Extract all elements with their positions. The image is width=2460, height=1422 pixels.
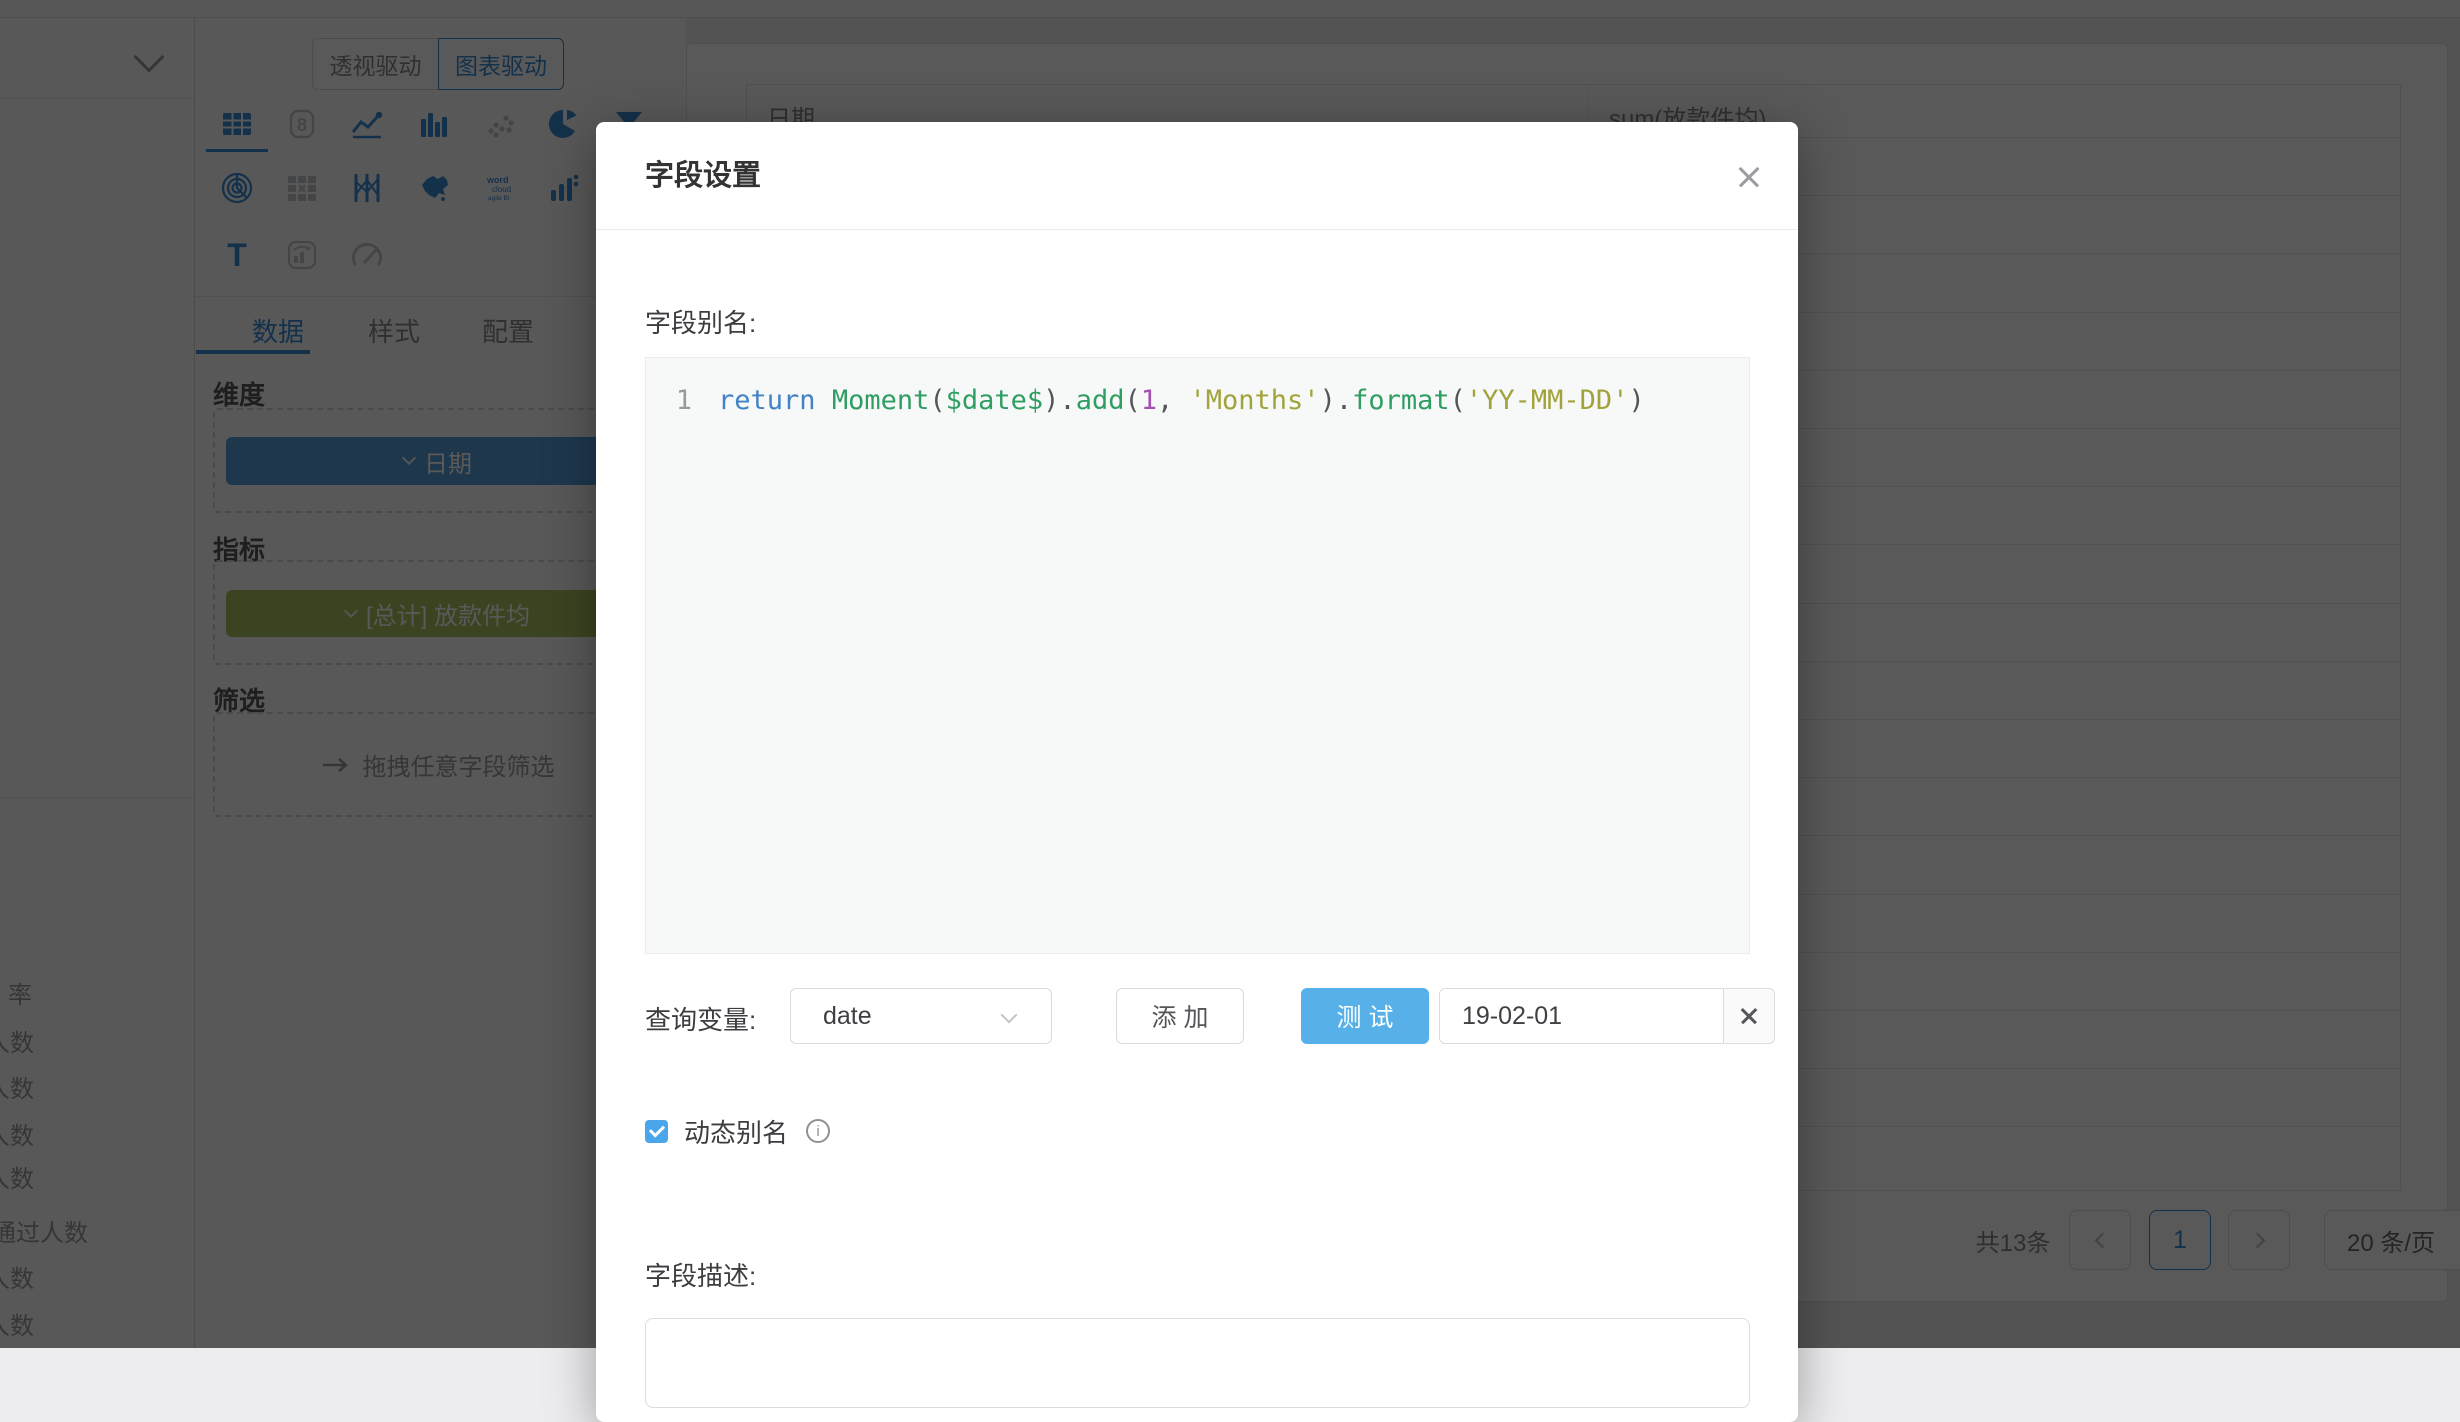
code-token: add <box>1076 385 1125 416</box>
alias-label: 字段别名: <box>645 303 756 340</box>
code-token: ) <box>1628 385 1644 416</box>
alias-code-editor[interactable]: 1 return Moment($date$).add(1, 'Months')… <box>645 357 1750 954</box>
dynamic-alias-checkbox[interactable] <box>645 1120 668 1143</box>
code-token: , <box>1157 385 1190 416</box>
dynamic-alias-label: 动态别名 <box>684 1113 788 1150</box>
code-token <box>816 385 832 416</box>
line-number: 1 <box>646 384 692 418</box>
code-line: 1 return Moment($date$).add(1, 'Months')… <box>646 384 1749 418</box>
description-label: 字段描述: <box>645 1256 756 1293</box>
code-token: 'Months' <box>1190 385 1320 416</box>
query-variable-value: date <box>823 1002 872 1031</box>
code-token: ( <box>1450 385 1466 416</box>
code-token: Moment <box>832 385 930 416</box>
field-settings-modal: 字段设置 字段别名: 1 return Moment($date$).add(1… <box>596 122 1798 1422</box>
clear-icon <box>1739 1006 1759 1026</box>
code-token: 1 <box>1141 385 1157 416</box>
code-token: format <box>1352 385 1450 416</box>
description-textarea[interactable] <box>645 1318 1750 1408</box>
close-icon[interactable] <box>1736 164 1762 190</box>
chevron-down-icon <box>1001 1007 1018 1024</box>
code-token: ). <box>1043 385 1076 416</box>
code-token: 'YY-MM-DD' <box>1466 385 1629 416</box>
info-icon[interactable]: i <box>806 1119 830 1143</box>
query-variable-label: 查询变量: <box>645 1000 756 1037</box>
test-value-group: 19-02-01 <box>1439 988 1775 1044</box>
test-value-input[interactable]: 19-02-01 <box>1440 989 1723 1043</box>
query-variable-select[interactable]: date <box>790 988 1052 1044</box>
dynamic-alias-row: 动态别名 i <box>645 1118 830 1144</box>
code-token: ( <box>1124 385 1140 416</box>
code-token: $date$ <box>946 385 1044 416</box>
query-variable-row: 查询变量: date 添 加 测 试 19-02-01 <box>645 988 1750 1044</box>
code-token: ). <box>1320 385 1353 416</box>
test-button[interactable]: 测 试 <box>1301 988 1429 1044</box>
code-token: return <box>718 385 816 416</box>
clear-test-value-button[interactable] <box>1723 989 1774 1043</box>
code-token: ( <box>929 385 945 416</box>
modal-title: 字段设置 <box>645 152 761 194</box>
code-text: return Moment($date$).add(1, 'Months').f… <box>692 384 1645 418</box>
modal-header: 字段设置 <box>596 122 1798 230</box>
add-variable-button[interactable]: 添 加 <box>1116 988 1244 1044</box>
